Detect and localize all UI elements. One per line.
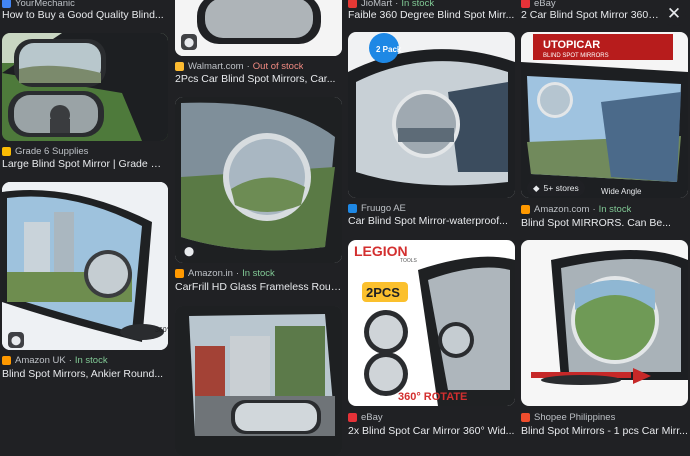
result-thumbnail[interactable]: 360° ⬤ (2, 182, 168, 350)
blind-spot-mirror-image (2, 33, 168, 141)
blind-spot-mirror-image (175, 306, 342, 456)
result-source[interactable]: Grade 6 Supplies (2, 144, 88, 158)
result-title[interactable]: How to Buy a Good Quality Blind... (2, 9, 168, 21)
result-source[interactable]: Amazon.in · In stock (175, 266, 275, 280)
blind-spot-mirror-image (175, 97, 342, 263)
result-thumbnail[interactable]: UTOPICAR BLIND SPOT MIRRORS Wide Angle ◆… (521, 32, 688, 198)
result-title[interactable]: Blind Spot Mirrors, Ankier Round... (2, 368, 168, 380)
favicon-icon (348, 203, 357, 213)
svg-text:TOOLS: TOOLS (400, 258, 418, 264)
result-thumbnail[interactable]: ⬤ (175, 0, 342, 56)
blind-spot-mirror-image (521, 240, 688, 406)
result-source[interactable]: eBay (348, 410, 383, 424)
result-source[interactable]: Walmart.com · Out of stock (175, 59, 303, 73)
svg-text:360°: 360° (155, 326, 168, 334)
favicon-icon (348, 0, 357, 8)
tag-icon: ⬤ (181, 34, 197, 50)
favicon-icon (2, 355, 11, 365)
result-title[interactable]: Faible 360 Degree Blind Spot Mirr... (348, 9, 515, 21)
tag-icon: ◆ (533, 182, 540, 193)
result-thumbnail[interactable] (521, 240, 688, 406)
favicon-icon (521, 412, 530, 422)
favicon-icon (521, 0, 530, 8)
svg-text:BLIND SPOT MIRRORS: BLIND SPOT MIRRORS (543, 53, 609, 59)
favicon-icon (2, 0, 11, 8)
result-source[interactable]: Fruugo AE (348, 201, 406, 215)
tag-icon: ⬤ (8, 332, 24, 348)
result-thumbnail[interactable]: 2 Pack (348, 32, 515, 198)
result-title[interactable]: Car Blind Spot Mirror-waterproof... (348, 215, 515, 227)
result-title[interactable]: Large Blind Spot Mirror | Grade Six... (2, 158, 168, 170)
svg-text:360° ROTATE: 360° ROTATE (398, 391, 467, 403)
result-title[interactable]: Blind Spot Mirrors - 1 pcs Car Mirr... (521, 425, 688, 437)
stores-badge: ◆ 5+ stores (527, 180, 585, 196)
tag-icon: ⬤ (181, 243, 197, 259)
result-source[interactable]: Amazon.com · In stock (521, 202, 631, 216)
result-title[interactable]: CarFrill HD Glass Frameless Roun... (175, 281, 342, 293)
result-thumbnail[interactable] (2, 33, 168, 141)
result-title[interactable]: 2Pcs Car Blind Spot Mirrors, Car... (175, 73, 342, 85)
favicon-icon (348, 412, 357, 422)
blind-spot-mirror-image: LEGION TOOLS 2PCS 360° ROTATE (348, 240, 515, 406)
svg-text:LEGION: LEGION (354, 243, 408, 259)
favicon-icon (175, 61, 184, 71)
favicon-icon (521, 204, 530, 214)
blind-spot-mirror-image: UTOPICAR BLIND SPOT MIRRORS Wide Angle (521, 32, 688, 198)
svg-text:UTOPICAR: UTOPICAR (543, 39, 600, 51)
svg-text:2PCS: 2PCS (366, 285, 400, 300)
result-title[interactable]: Blind Spot MIRRORS. Can Be... (521, 217, 688, 229)
blind-spot-mirror-image (175, 0, 342, 56)
result-title[interactable]: 2x Blind Spot Car Mirror 360° Wid... (348, 425, 515, 437)
favicon-icon (175, 268, 184, 278)
result-source[interactable]: Amazon UK · In stock (2, 353, 108, 367)
svg-text:Wide Angle: Wide Angle (601, 187, 642, 196)
result-source[interactable]: Shopee Philippines (521, 410, 615, 424)
close-icon[interactable]: ✕ (662, 2, 686, 26)
result-thumbnail[interactable]: ⬤ (175, 97, 342, 263)
result-thumbnail[interactable]: LEGION TOOLS 2PCS 360° ROTATE (348, 240, 515, 406)
svg-text:2 Pack: 2 Pack (376, 45, 402, 54)
blind-spot-mirror-image: 2 Pack (348, 32, 515, 198)
result-title[interactable]: 2 Car Blind Spot Mirror 360°... (521, 9, 661, 21)
result-thumbnail[interactable] (175, 306, 342, 456)
blind-spot-mirror-image: 360° (2, 182, 168, 350)
favicon-icon (2, 146, 11, 156)
